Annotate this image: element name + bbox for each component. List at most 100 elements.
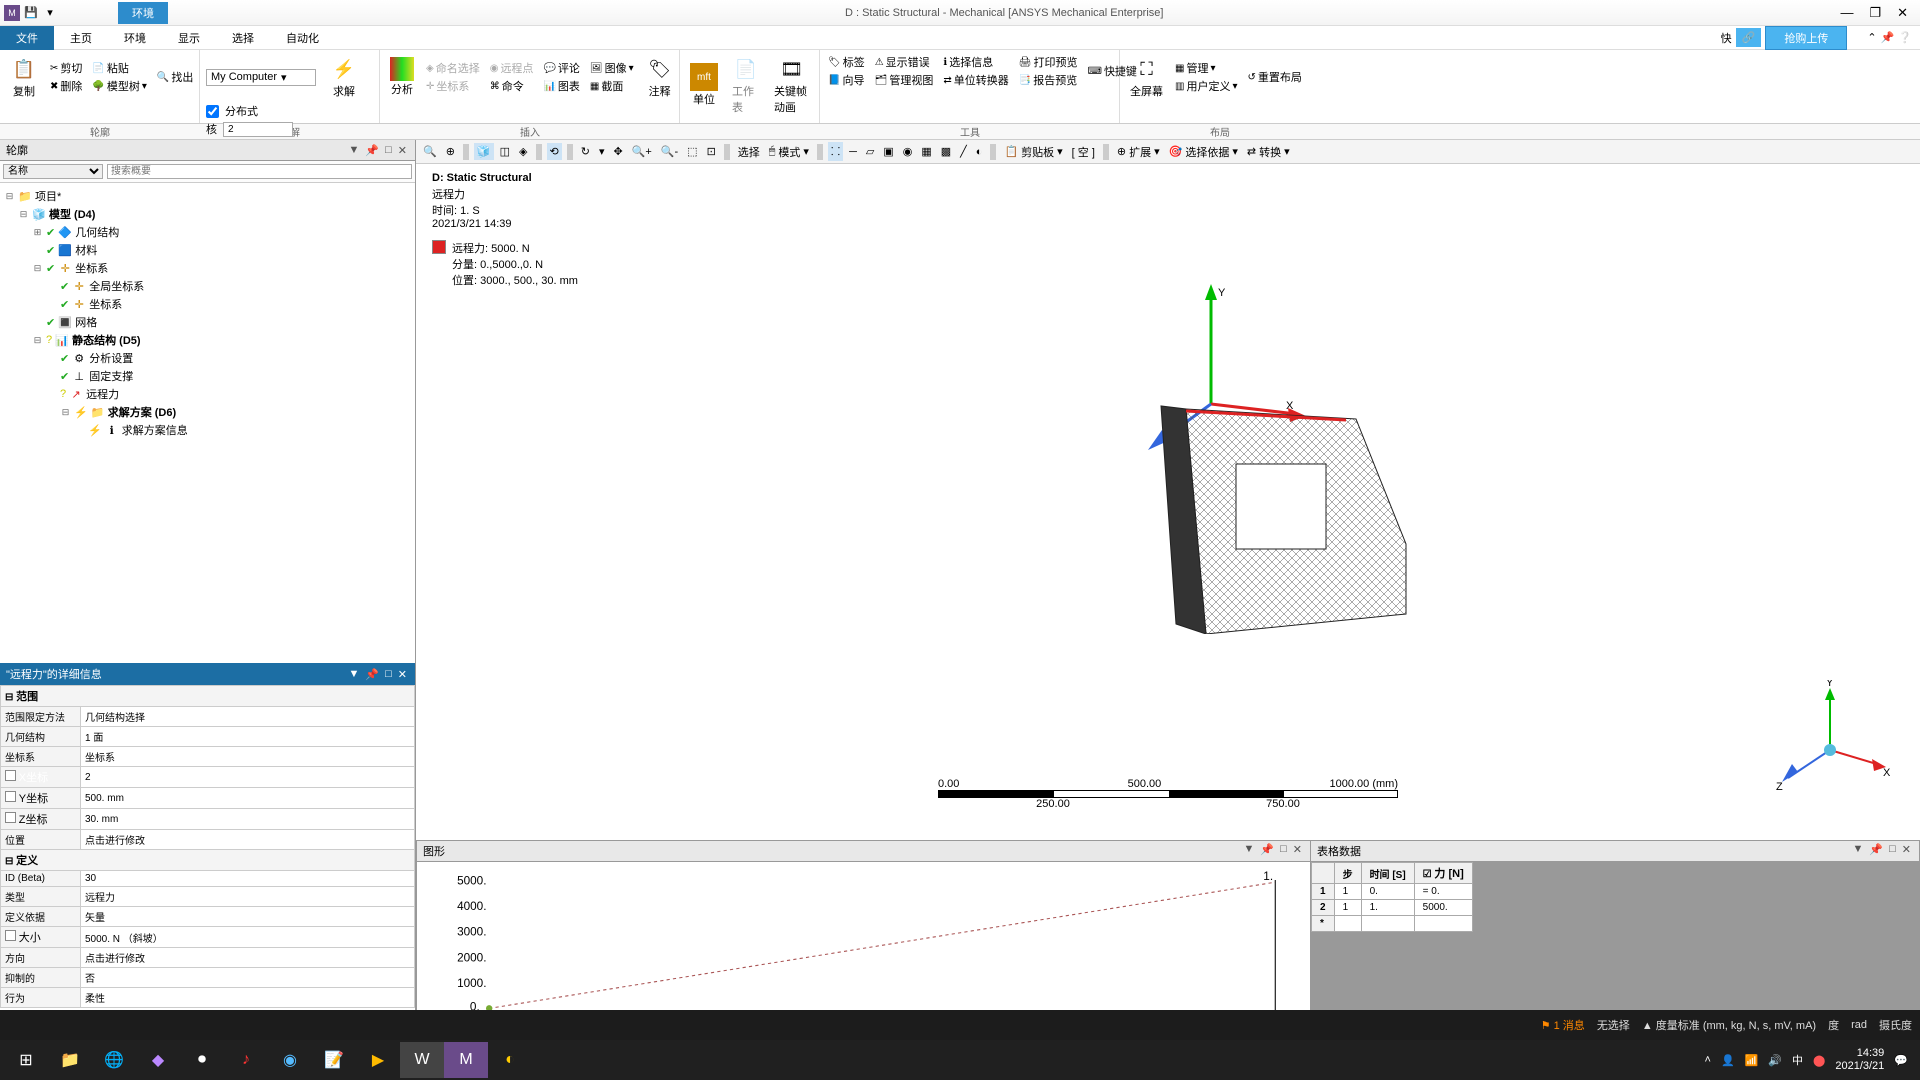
tree-static[interactable]: ⊟?📊静态结构 (D5) bbox=[2, 331, 413, 349]
unit-button[interactable]: mft单位 bbox=[686, 61, 722, 109]
sel-vertex-icon[interactable]: ⸬ bbox=[828, 142, 843, 161]
zoom-fit2-icon[interactable]: ⊡ bbox=[704, 143, 719, 160]
x-coord-input[interactable] bbox=[85, 772, 410, 783]
app-icon[interactable]: ▶ bbox=[356, 1042, 400, 1078]
app-icon[interactable]: ◆ bbox=[136, 1042, 180, 1078]
tree-materials[interactable]: ✔🟦材料 bbox=[2, 241, 413, 259]
command-button[interactable]: ⌘ 命令 bbox=[488, 77, 536, 95]
tree-mesh[interactable]: ✔🔳网格 bbox=[2, 313, 413, 331]
app-icon[interactable]: 📝 bbox=[312, 1042, 356, 1078]
menu-display[interactable]: 显示 bbox=[162, 26, 216, 50]
menu-env[interactable]: 环境 bbox=[108, 26, 162, 50]
mechanical-icon[interactable]: M bbox=[444, 1042, 488, 1078]
info-icon[interactable]: ❔ bbox=[1898, 31, 1912, 44]
outline-tree[interactable]: ⊟📁项目* ⊟🧊模型 (D4) ⊞✔🔷几何结构 ✔🟦材料 ⊟✔✛坐标系 ✔✛全局… bbox=[0, 183, 415, 663]
menu-file[interactable]: 文件 bbox=[0, 26, 54, 50]
tray-sync-icon[interactable]: ⬤ bbox=[1813, 1054, 1825, 1067]
pin-icon[interactable]: 📌 bbox=[1881, 31, 1895, 44]
orbit-icon[interactable]: ↻ bbox=[578, 143, 593, 160]
find-button[interactable]: 🔍 找出 bbox=[155, 68, 195, 86]
menu-home[interactable]: 主页 bbox=[54, 26, 108, 50]
convert-button[interactable]: ⇄ 转换▾ bbox=[1244, 140, 1293, 164]
details-row[interactable]: 几何结构1 面 bbox=[1, 727, 415, 747]
start-button[interactable]: ⊞ bbox=[4, 1042, 48, 1078]
tray-people-icon[interactable]: 👤 bbox=[1721, 1054, 1735, 1067]
tree-project[interactable]: ⊟📁项目* bbox=[2, 187, 413, 205]
modeltree-button[interactable]: 🌳 模型树▾ bbox=[90, 77, 148, 95]
table-row[interactable]: 110.= 0. bbox=[1312, 884, 1473, 900]
sel-elem-icon[interactable]: ▦ bbox=[918, 143, 934, 160]
tray-chevron-icon[interactable]: ˄ bbox=[1705, 1054, 1711, 1066]
iso-icon[interactable]: 🧊 bbox=[474, 143, 494, 160]
data-table[interactable]: 步时间 [S]☑ 力 [N] 110.= 0. 211.5000. * bbox=[1311, 862, 1473, 932]
explorer-icon[interactable]: 📁 bbox=[48, 1042, 92, 1078]
mode-label[interactable]: 🖱 模式▾ bbox=[766, 140, 812, 164]
details-row[interactable]: Y坐标500. mm bbox=[1, 788, 415, 809]
pan-icon[interactable]: ✥ bbox=[610, 143, 625, 160]
view-icon[interactable]: ◫ bbox=[497, 143, 513, 160]
app-icon[interactable]: ◐ bbox=[488, 1042, 532, 1078]
tag-button[interactable]: 🏷 标签 bbox=[826, 53, 867, 71]
filter-combo[interactable]: 名称 bbox=[3, 164, 103, 179]
tree-global-cs[interactable]: ✔✛全局坐标系 bbox=[2, 277, 413, 295]
coord-button[interactable]: ✛ 坐标系 bbox=[424, 77, 482, 95]
tree-cs[interactable]: ✔✛坐标系 bbox=[2, 295, 413, 313]
worksheet-button[interactable]: 📄工作表 bbox=[728, 53, 764, 117]
annot-button[interactable]: 🏷注释 bbox=[642, 53, 678, 101]
details-row[interactable]: 位置点击进行修改 bbox=[1, 830, 415, 850]
clipboard-button[interactable]: 📋 剪贴板▾ bbox=[1001, 140, 1065, 164]
details-row[interactable]: 定义依据矢量 bbox=[1, 907, 415, 927]
details-row[interactable]: Z坐标30. mm bbox=[1, 809, 415, 830]
pane-max-icon[interactable]: □ bbox=[383, 144, 394, 157]
empty-button[interactable]: [ 空 ] bbox=[1069, 142, 1098, 162]
analysis-button[interactable]: 分析 bbox=[386, 55, 418, 99]
rotate-icon[interactable]: ⟲ bbox=[547, 143, 562, 160]
keyframe-button[interactable]: 🎞关键帧动画 bbox=[770, 53, 813, 117]
named-sel-button[interactable]: ◈ 命名选择 bbox=[424, 59, 482, 77]
sel-icon[interactable]: ◐ bbox=[973, 144, 986, 160]
pane-dropdown-icon[interactable]: ▼ bbox=[347, 144, 362, 157]
dropdown-icon[interactable]: ▾ bbox=[42, 5, 58, 21]
music-icon[interactable]: ♪ bbox=[224, 1042, 268, 1078]
userdef-button[interactable]: ▥ 用户定义▾ bbox=[1173, 77, 1239, 95]
tree-fixed[interactable]: ✔⊥固定支撑 bbox=[2, 367, 413, 385]
tree-coord[interactable]: ⊟✔✛坐标系 bbox=[2, 259, 413, 277]
select-label[interactable]: 选择 bbox=[735, 142, 763, 162]
zoom-icon[interactable]: ⊕ bbox=[443, 143, 458, 160]
comment-button[interactable]: 💬 评论 bbox=[541, 59, 581, 77]
details-row[interactable]: 方向点击进行修改 bbox=[1, 948, 415, 968]
close-icon[interactable]: ✕ bbox=[1897, 5, 1908, 21]
status-units[interactable]: ▲ 度量标准 (mm, kg, N, s, mV, mA) bbox=[1642, 1017, 1816, 1033]
save-icon[interactable]: 💾 bbox=[23, 5, 39, 21]
workbench-icon[interactable]: W bbox=[400, 1042, 444, 1078]
tree-geom[interactable]: ⊞✔🔷几何结构 bbox=[2, 223, 413, 241]
details-row[interactable]: 抑制的否 bbox=[1, 968, 415, 988]
pane-pin-icon[interactable]: 📌 bbox=[363, 144, 381, 157]
report-button[interactable]: 📑 报告预览 bbox=[1017, 71, 1080, 89]
obs-icon[interactable]: ⏺ bbox=[180, 1042, 224, 1078]
table-row[interactable]: * bbox=[1312, 916, 1473, 932]
tray-ime-icon[interactable]: 中 bbox=[1792, 1052, 1803, 1068]
cores-input[interactable] bbox=[223, 122, 293, 137]
sel-node-icon[interactable]: ◉ bbox=[900, 143, 916, 160]
delete-button[interactable]: ✖ 删除 bbox=[48, 77, 84, 95]
details-row[interactable]: 范围限定方法几何结构选择 bbox=[1, 707, 415, 727]
triad-icon[interactable]: Y X Z bbox=[1770, 680, 1890, 800]
zoom-out-icon[interactable]: 🔍- bbox=[658, 143, 681, 160]
chrome-icon[interactable]: 🌐 bbox=[92, 1042, 136, 1078]
maximize-icon[interactable]: ❐ bbox=[1869, 5, 1881, 21]
guide-button[interactable]: 📘 向导 bbox=[826, 71, 867, 89]
tray-wifi-icon[interactable]: 📶 bbox=[1745, 1054, 1759, 1067]
menu-select[interactable]: 选择 bbox=[216, 26, 270, 50]
manage-layout-button[interactable]: ▦ 管理▾ bbox=[1173, 59, 1239, 77]
sel-icon[interactable]: ▩ bbox=[938, 143, 954, 160]
solver-combo[interactable]: My Computer▾ bbox=[206, 69, 316, 86]
paste-button[interactable]: 📄 粘贴 bbox=[90, 59, 148, 77]
sel-body-icon[interactable]: ▣ bbox=[880, 143, 896, 160]
selby-button[interactable]: 🎯 选择依据▾ bbox=[1166, 140, 1241, 164]
details-row[interactable]: 行为柔性 bbox=[1, 988, 415, 1008]
unitconv-button[interactable]: ⇄ 单位转换器 bbox=[941, 71, 1010, 89]
reset-layout-button[interactable]: ↺ 重置布局 bbox=[1245, 68, 1303, 86]
zoom-in-icon[interactable]: 🔍+ bbox=[629, 143, 655, 160]
copy-button[interactable]: 📋复制 bbox=[6, 53, 42, 101]
